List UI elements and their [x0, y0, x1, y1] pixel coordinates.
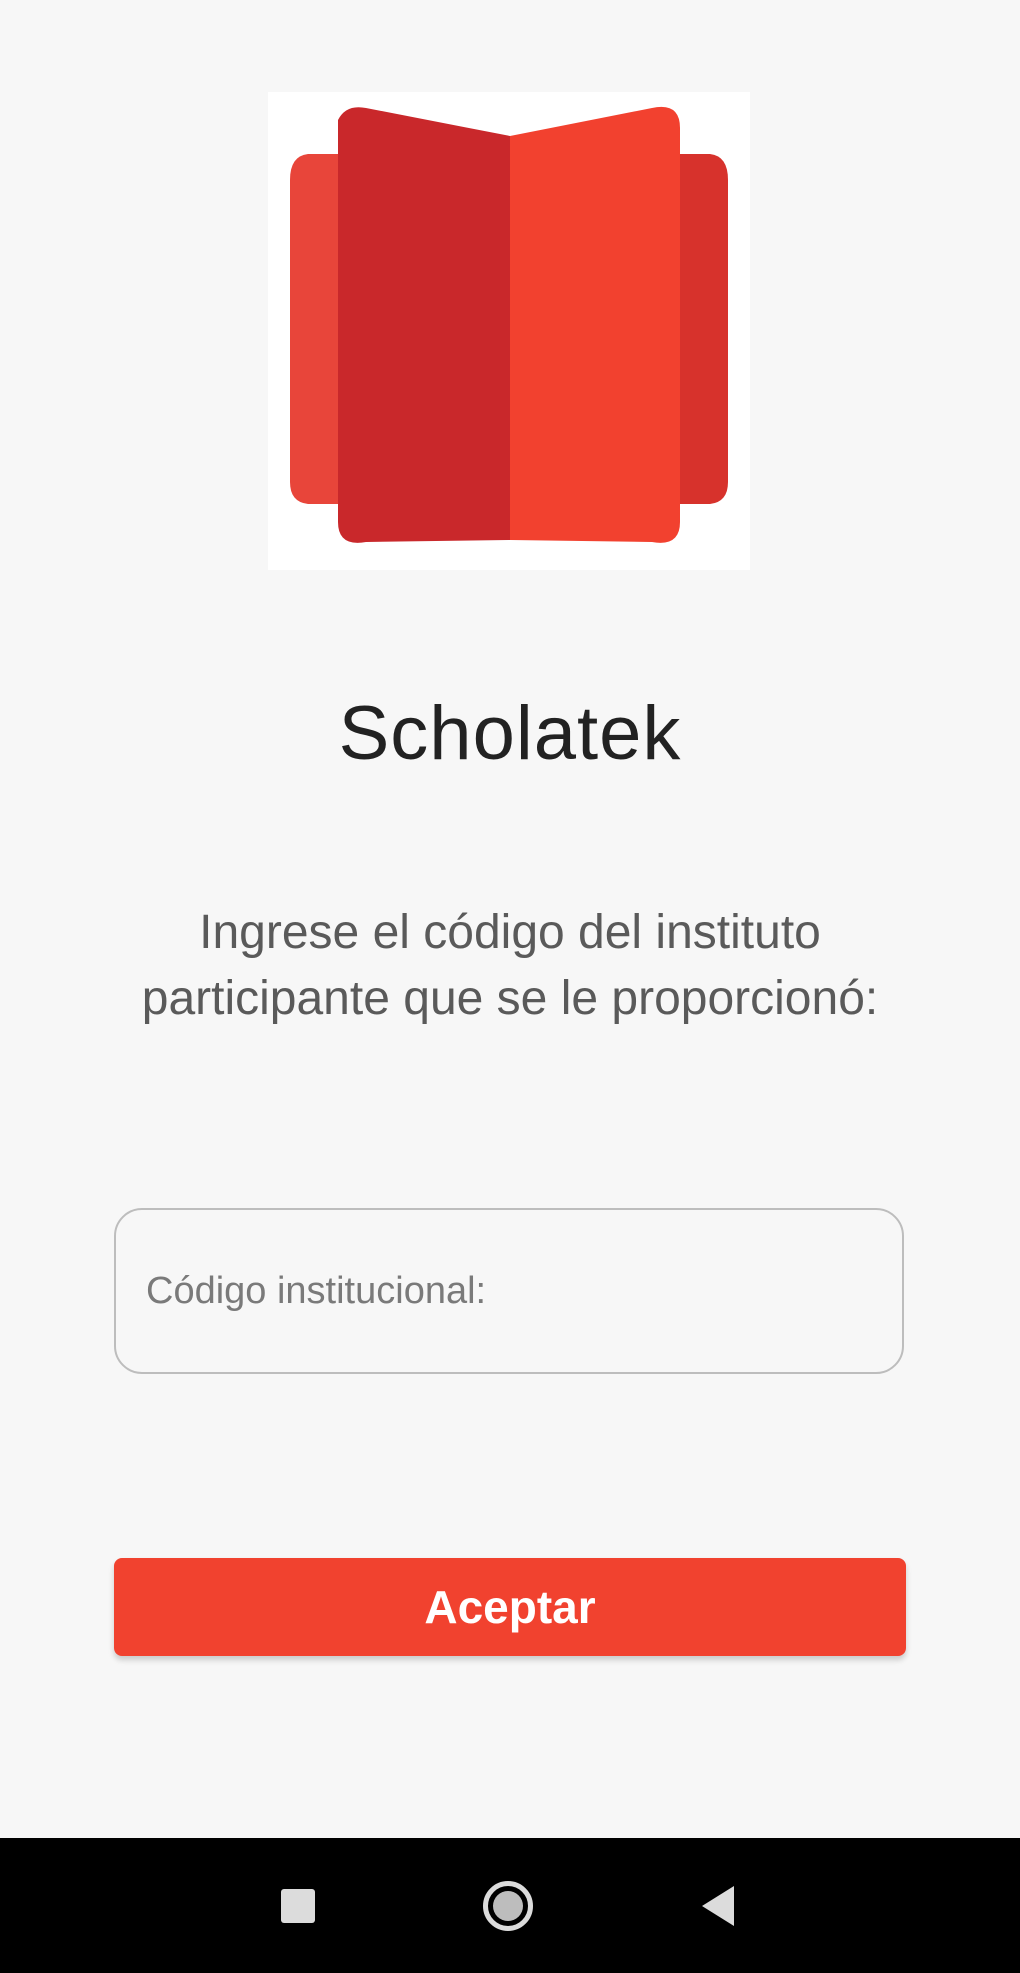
login-screen: Scholatek Ingrese el código del institut… [0, 0, 1020, 1838]
triangle-back-icon [702, 1885, 734, 1926]
accept-button[interactable]: Aceptar [114, 1558, 906, 1656]
instructions-text: Ingrese el código del instituto particip… [141, 906, 879, 1025]
open-book-icon [290, 106, 728, 543]
system-navigation-bar [0, 1838, 1020, 1973]
institution-code-field[interactable] [114, 1208, 904, 1374]
app-title: Scholatek [338, 691, 682, 776]
square-icon [281, 1888, 315, 1923]
recents-button[interactable] [238, 1838, 358, 1973]
home-button[interactable] [448, 1838, 568, 1973]
app-logo [268, 92, 750, 570]
back-button[interactable] [658, 1838, 778, 1973]
institution-code-input[interactable] [146, 1210, 876, 1372]
circle-icon [483, 1880, 533, 1931]
